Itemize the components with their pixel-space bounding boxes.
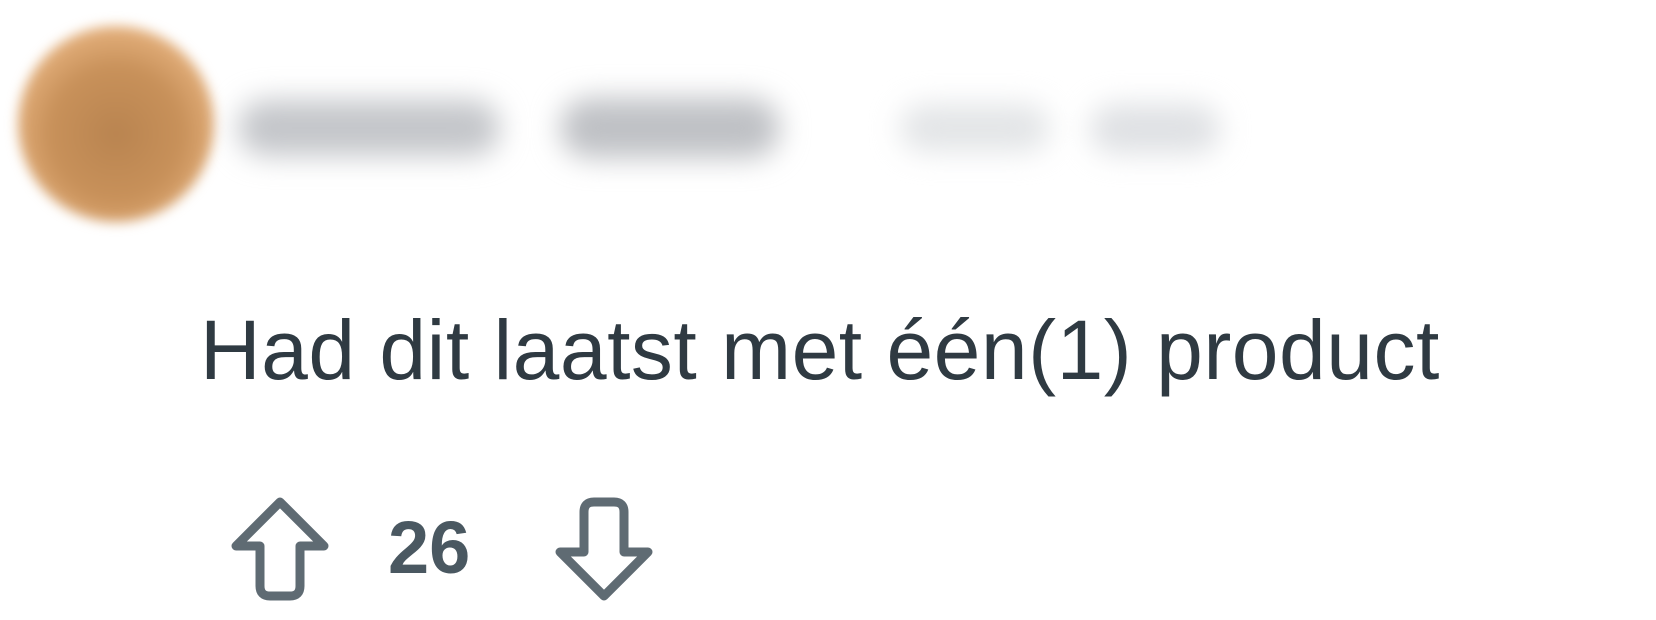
timestamp-redacted [900,104,1050,152]
downvote-button[interactable] [552,494,656,604]
timestamp-suffix-redacted [1090,104,1220,154]
username-redacted[interactable] [238,100,500,156]
upvote-button[interactable] [228,494,332,604]
comment: Had dit laatst met één(1) product 26 [0,0,1656,620]
avatar[interactable] [18,26,214,222]
user-flair-redacted [560,98,780,158]
comment-header [0,0,1250,246]
comment-body: Had dit laatst met één(1) product [200,303,1440,397]
vote-score: 26 [388,506,471,589]
arrow-up-outline-icon [231,497,329,601]
arrow-down-outline-icon [555,497,653,601]
